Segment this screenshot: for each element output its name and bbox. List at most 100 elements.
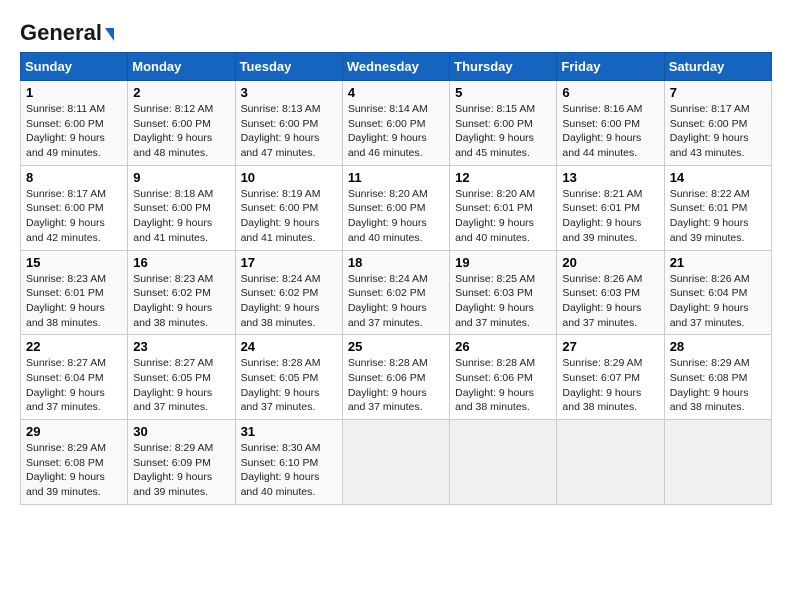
day-number: 18 <box>348 255 444 270</box>
table-row: 21 Sunrise: 8:26 AM Sunset: 6:04 PM Dayli… <box>664 250 771 335</box>
day-info: Sunrise: 8:11 AM Sunset: 6:00 PM Dayligh… <box>26 102 122 161</box>
table-row: 22 Sunrise: 8:27 AM Sunset: 6:04 PM Dayli… <box>21 335 128 420</box>
day-info: Sunrise: 8:15 AM Sunset: 6:00 PM Dayligh… <box>455 102 551 161</box>
day-info: Sunrise: 8:28 AM Sunset: 6:05 PM Dayligh… <box>241 356 337 415</box>
table-row: 7 Sunrise: 8:17 AM Sunset: 6:00 PM Daylig… <box>664 81 771 166</box>
table-row <box>450 420 557 505</box>
day-info: Sunrise: 8:24 AM Sunset: 6:02 PM Dayligh… <box>241 272 337 331</box>
day-number: 30 <box>133 424 229 439</box>
calendar-table: SundayMondayTuesdayWednesdayThursdayFrid… <box>20 52 772 505</box>
day-number: 1 <box>26 85 122 100</box>
table-row: 31 Sunrise: 8:30 AM Sunset: 6:10 PM Dayli… <box>235 420 342 505</box>
table-row: 5 Sunrise: 8:15 AM Sunset: 6:00 PM Daylig… <box>450 81 557 166</box>
day-number: 15 <box>26 255 122 270</box>
dow-tuesday: Tuesday <box>235 53 342 81</box>
table-row: 3 Sunrise: 8:13 AM Sunset: 6:00 PM Daylig… <box>235 81 342 166</box>
day-number: 19 <box>455 255 551 270</box>
day-info: Sunrise: 8:14 AM Sunset: 6:00 PM Dayligh… <box>348 102 444 161</box>
day-number: 12 <box>455 170 551 185</box>
day-info: Sunrise: 8:23 AM Sunset: 6:01 PM Dayligh… <box>26 272 122 331</box>
table-row: 20Sunrise: 8:26 AM Sunset: 6:03 PM Dayli… <box>557 250 664 335</box>
day-info: Sunrise: 8:29 AM Sunset: 6:09 PM Dayligh… <box>133 441 229 500</box>
day-info: Sunrise: 8:22 AM Sunset: 6:01 PM Dayligh… <box>670 187 766 246</box>
day-number: 8 <box>26 170 122 185</box>
table-row: 27 Sunrise: 8:29 AM Sunset: 6:07 PM Dayli… <box>557 335 664 420</box>
day-info: Sunrise: 8:20 AM Sunset: 6:00 PM Dayligh… <box>348 187 444 246</box>
day-info: Sunrise: 8:29 AM Sunset: 6:08 PM Dayligh… <box>670 356 766 415</box>
table-row: 30 Sunrise: 8:29 AM Sunset: 6:09 PM Dayli… <box>128 420 235 505</box>
table-row: 1 Sunrise: 8:11 AM Sunset: 6:00 PM Daylig… <box>21 81 128 166</box>
day-number: 31 <box>241 424 337 439</box>
table-row: 6 Sunrise: 8:16 AM Sunset: 6:00 PM Daylig… <box>557 81 664 166</box>
day-number: 26 <box>455 339 551 354</box>
table-row: 29 Sunrise: 8:29 AM Sunset: 6:08 PM Dayli… <box>21 420 128 505</box>
table-row: 12 Sunrise: 8:20 AM Sunset: 6:01 PM Dayli… <box>450 165 557 250</box>
day-number: 17 <box>241 255 337 270</box>
table-row: 18 Sunrise: 8:24 AM Sunset: 6:02 PM Dayli… <box>342 250 449 335</box>
day-info: Sunrise: 8:21 AM Sunset: 6:01 PM Dayligh… <box>562 187 658 246</box>
table-row: 25 Sunrise: 8:28 AM Sunset: 6:06 PM Dayli… <box>342 335 449 420</box>
logo-arrow-icon <box>105 28 114 41</box>
dow-thursday: Thursday <box>450 53 557 81</box>
dow-sunday: Sunday <box>21 53 128 81</box>
day-info: Sunrise: 8:26 AM Sunset: 6:04 PM Dayligh… <box>670 272 766 331</box>
table-row: 2Sunrise: 8:12 AM Sunset: 6:00 PM Daylig… <box>128 81 235 166</box>
day-info: Sunrise: 8:28 AM Sunset: 6:06 PM Dayligh… <box>455 356 551 415</box>
table-row: 8 Sunrise: 8:17 AM Sunset: 6:00 PM Daylig… <box>21 165 128 250</box>
day-number: 10 <box>241 170 337 185</box>
table-row: 28 Sunrise: 8:29 AM Sunset: 6:08 PM Dayli… <box>664 335 771 420</box>
table-row: 11 Sunrise: 8:20 AM Sunset: 6:00 PM Dayli… <box>342 165 449 250</box>
day-info: Sunrise: 8:27 AM Sunset: 6:04 PM Dayligh… <box>26 356 122 415</box>
day-info: Sunrise: 8:19 AM Sunset: 6:00 PM Dayligh… <box>241 187 337 246</box>
table-row: 19 Sunrise: 8:25 AM Sunset: 6:03 PM Dayli… <box>450 250 557 335</box>
table-row: 24 Sunrise: 8:28 AM Sunset: 6:05 PM Dayli… <box>235 335 342 420</box>
day-number: 21 <box>670 255 766 270</box>
day-info: Sunrise: 8:30 AM Sunset: 6:10 PM Dayligh… <box>241 441 337 500</box>
table-row: 26 Sunrise: 8:28 AM Sunset: 6:06 PM Dayli… <box>450 335 557 420</box>
day-number: 29 <box>26 424 122 439</box>
day-info: Sunrise: 8:13 AM Sunset: 6:00 PM Dayligh… <box>241 102 337 161</box>
table-row: 10 Sunrise: 8:19 AM Sunset: 6:00 PM Dayli… <box>235 165 342 250</box>
day-number: 16 <box>133 255 229 270</box>
page-header: General <box>20 20 772 42</box>
table-row <box>342 420 449 505</box>
day-number: 5 <box>455 85 551 100</box>
day-number: 9 <box>133 170 229 185</box>
day-info: Sunrise: 8:24 AM Sunset: 6:02 PM Dayligh… <box>348 272 444 331</box>
day-info: Sunrise: 8:16 AM Sunset: 6:00 PM Dayligh… <box>562 102 658 161</box>
table-row: 14Sunrise: 8:22 AM Sunset: 6:01 PM Dayli… <box>664 165 771 250</box>
day-number: 27 <box>562 339 658 354</box>
dow-saturday: Saturday <box>664 53 771 81</box>
day-info: Sunrise: 8:20 AM Sunset: 6:01 PM Dayligh… <box>455 187 551 246</box>
day-number: 20 <box>562 255 658 270</box>
day-info: Sunrise: 8:17 AM Sunset: 6:00 PM Dayligh… <box>670 102 766 161</box>
day-number: 28 <box>670 339 766 354</box>
day-info: Sunrise: 8:25 AM Sunset: 6:03 PM Dayligh… <box>455 272 551 331</box>
logo: General <box>20 20 114 42</box>
day-number: 24 <box>241 339 337 354</box>
day-info: Sunrise: 8:27 AM Sunset: 6:05 PM Dayligh… <box>133 356 229 415</box>
day-info: Sunrise: 8:23 AM Sunset: 6:02 PM Dayligh… <box>133 272 229 331</box>
logo-general: General <box>20 20 102 46</box>
day-info: Sunrise: 8:29 AM Sunset: 6:08 PM Dayligh… <box>26 441 122 500</box>
day-info: Sunrise: 8:18 AM Sunset: 6:00 PM Dayligh… <box>133 187 229 246</box>
table-row: 4 Sunrise: 8:14 AM Sunset: 6:00 PM Daylig… <box>342 81 449 166</box>
day-info: Sunrise: 8:29 AM Sunset: 6:07 PM Dayligh… <box>562 356 658 415</box>
day-number: 11 <box>348 170 444 185</box>
day-number: 3 <box>241 85 337 100</box>
day-number: 4 <box>348 85 444 100</box>
day-number: 22 <box>26 339 122 354</box>
day-number: 25 <box>348 339 444 354</box>
table-row: 15 Sunrise: 8:23 AM Sunset: 6:01 PM Dayli… <box>21 250 128 335</box>
day-info: Sunrise: 8:28 AM Sunset: 6:06 PM Dayligh… <box>348 356 444 415</box>
dow-monday: Monday <box>128 53 235 81</box>
day-number: 7 <box>670 85 766 100</box>
day-info: Sunrise: 8:17 AM Sunset: 6:00 PM Dayligh… <box>26 187 122 246</box>
day-number: 6 <box>562 85 658 100</box>
day-info: Sunrise: 8:12 AM Sunset: 6:00 PM Dayligh… <box>133 102 229 161</box>
table-row: 16 Sunrise: 8:23 AM Sunset: 6:02 PM Dayli… <box>128 250 235 335</box>
table-row <box>664 420 771 505</box>
table-row: 23 Sunrise: 8:27 AM Sunset: 6:05 PM Dayli… <box>128 335 235 420</box>
day-number: 23 <box>133 339 229 354</box>
table-row <box>557 420 664 505</box>
